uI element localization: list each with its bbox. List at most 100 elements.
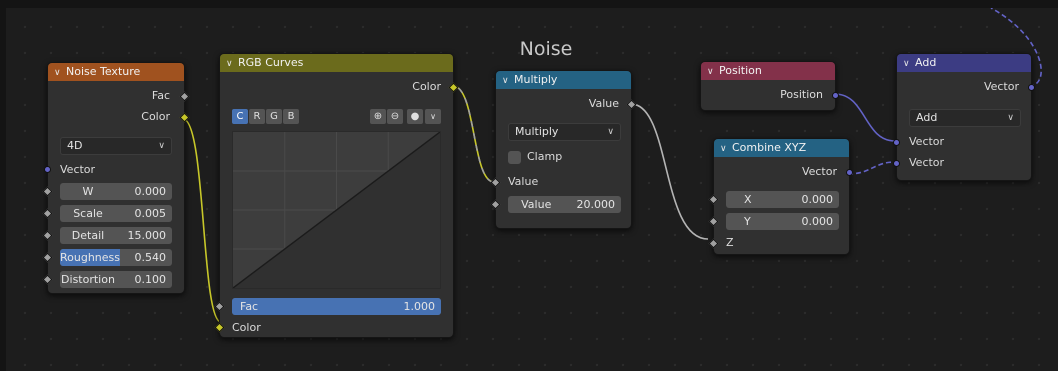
channel-g-button[interactable]: G <box>266 109 282 124</box>
fac-label: Fac <box>240 300 259 313</box>
multiply-node[interactable]: ∨ Multiply Value Multiply ∨ Clamp Value V… <box>490 70 637 229</box>
operation-dropdown[interactable]: Multiply ∨ <box>508 123 621 141</box>
curve-handle-button[interactable]: ● <box>407 109 423 124</box>
link-noise-color-to-curves-color[interactable] <box>182 118 222 323</box>
clamp-checkbox[interactable] <box>508 151 521 164</box>
chevron-down-icon: ∨ <box>430 112 436 121</box>
input-z-label: Z <box>726 236 734 249</box>
noise-texture-title: Noise Texture <box>66 65 141 78</box>
node-editor-canvas[interactable]: Noise ∨ Noise Texture Fac Color 4D ∨ Vect… <box>6 8 1058 371</box>
dimension-value: 4D <box>67 139 83 152</box>
channel-b-button[interactable]: B <box>283 109 299 124</box>
fac-value: 1.000 <box>403 300 436 313</box>
y-value: 0.000 <box>801 215 834 228</box>
input-vector-a-label: Vector <box>909 135 945 148</box>
noise-texture-header[interactable]: ∨ Noise Texture <box>48 63 184 81</box>
add-title: Add <box>915 56 937 69</box>
y-label: Y <box>744 215 751 228</box>
scale-label: Scale <box>73 207 103 220</box>
collapse-chevron-icon[interactable]: ∨ <box>226 55 238 72</box>
chevron-down-icon: ∨ <box>158 141 165 151</box>
scale-value: 0.005 <box>134 207 167 220</box>
value-field-label: Value <box>521 198 552 211</box>
output-vector-label: Vector <box>983 80 1019 93</box>
output-vector-label: Vector <box>801 165 837 178</box>
value-field-value: 20.000 <box>576 198 616 211</box>
collapse-chevron-icon[interactable]: ∨ <box>54 64 66 81</box>
rgb-curves-node[interactable]: ∨ RGB Curves Color C R G B ⊕ ⊖ ● ∨ Fac 1… <box>214 53 459 338</box>
noise-texture-node[interactable]: ∨ Noise Texture Fac Color 4D ∨ Vector W 0… <box>42 62 190 294</box>
w-label: W <box>82 185 94 198</box>
operation-value: Multiply <box>515 125 559 138</box>
channel-r-button[interactable]: R <box>249 109 265 124</box>
x-field[interactable]: X 0.000 <box>726 191 839 208</box>
combine-xyz-header[interactable]: ∨ Combine XYZ <box>714 139 849 157</box>
collapse-chevron-icon[interactable]: ∨ <box>707 63 719 80</box>
detail-value: 15.000 <box>127 229 167 242</box>
curve-editor[interactable] <box>232 131 441 289</box>
curve-tools-menu[interactable]: ∨ <box>425 109 441 124</box>
input-vector-a-socket[interactable] <box>893 139 900 146</box>
clamp-label: Clamp <box>527 150 563 163</box>
position-title: Position <box>719 64 762 77</box>
chevron-down-icon: ∨ <box>1007 113 1014 123</box>
output-color-label: Color <box>141 110 170 123</box>
rgb-curves-title: RGB Curves <box>238 56 304 69</box>
output-fac-label: Fac <box>151 89 170 102</box>
roughness-value: 0.540 <box>134 251 167 264</box>
collapse-chevron-icon[interactable]: ∨ <box>720 140 732 157</box>
rgb-curves-header[interactable]: ∨ RGB Curves <box>220 54 453 72</box>
fac-field[interactable]: Fac 1.000 <box>232 298 441 315</box>
scale-field[interactable]: Scale 0.005 <box>60 205 172 222</box>
zoom-out-button[interactable]: ⊖ <box>387 109 403 124</box>
y-field[interactable]: Y 0.000 <box>726 213 839 230</box>
link-position-to-add-vector[interactable] <box>834 93 896 142</box>
add-node[interactable]: ∨ Add Vector Add ∨ Vector Vector <box>893 53 1035 181</box>
add-header[interactable]: ∨ Add <box>897 54 1031 72</box>
combine-xyz-node[interactable]: ∨ Combine XYZ Vector X 0.000 Y 0.000 Z <box>708 138 853 255</box>
dimension-dropdown[interactable]: 4D ∨ <box>60 137 172 155</box>
output-color-label: Color <box>412 80 441 93</box>
roughness-label: Roughness <box>60 251 121 264</box>
zoom-out-icon: ⊖ <box>390 111 400 122</box>
combine-xyz-title: Combine XYZ <box>732 141 807 154</box>
channel-c-button[interactable]: C <box>232 109 248 124</box>
input-value-label: Value <box>508 175 539 188</box>
detail-field[interactable]: Detail 15.000 <box>60 227 172 244</box>
position-node[interactable]: ∨ Position Position <box>700 61 839 111</box>
w-field[interactable]: W 0.000 <box>60 183 172 200</box>
roughness-field[interactable]: Roughness 0.540 <box>60 249 172 266</box>
position-header[interactable]: ∨ Position <box>701 62 835 80</box>
x-value: 0.000 <box>801 193 834 206</box>
chevron-down-icon: ∨ <box>607 127 614 137</box>
dot-icon: ● <box>410 111 420 122</box>
zoom-in-button[interactable]: ⊕ <box>370 109 386 124</box>
detail-label: Detail <box>71 229 105 242</box>
multiply-title: Multiply <box>514 73 558 86</box>
multiply-header[interactable]: ∨ Multiply <box>496 71 631 89</box>
w-value: 0.000 <box>134 185 167 198</box>
link-curves-color-to-multiply-value-gray <box>452 85 495 183</box>
link-combine-vector-to-add-vector[interactable] <box>847 161 896 175</box>
distortion-label: Distortion <box>61 273 115 286</box>
zoom-in-icon: ⊕ <box>373 111 383 122</box>
distortion-field[interactable]: Distortion 0.100 <box>60 271 172 288</box>
input-vector-label: Vector <box>60 163 96 176</box>
curve-graph <box>232 131 441 289</box>
output-vector-socket[interactable] <box>1028 84 1035 91</box>
link-multiply-value-to-combine-z[interactable] <box>630 103 709 240</box>
input-vector-socket[interactable] <box>44 166 51 173</box>
input-vector-b-label: Vector <box>909 156 945 169</box>
input-vector-b-socket[interactable] <box>893 160 900 167</box>
output-vector-socket[interactable] <box>846 169 853 176</box>
collapse-chevron-icon[interactable]: ∨ <box>903 55 915 72</box>
x-label: X <box>744 193 752 206</box>
operation-value: Add <box>916 111 938 124</box>
output-position-socket[interactable] <box>832 92 839 99</box>
operation-dropdown[interactable]: Add ∨ <box>909 109 1021 127</box>
value-field[interactable]: Value 20.000 <box>508 196 621 213</box>
output-position-label: Position <box>780 88 823 101</box>
collapse-chevron-icon[interactable]: ∨ <box>502 72 514 89</box>
output-value-label: Value <box>588 97 619 110</box>
distortion-value: 0.100 <box>134 273 167 286</box>
